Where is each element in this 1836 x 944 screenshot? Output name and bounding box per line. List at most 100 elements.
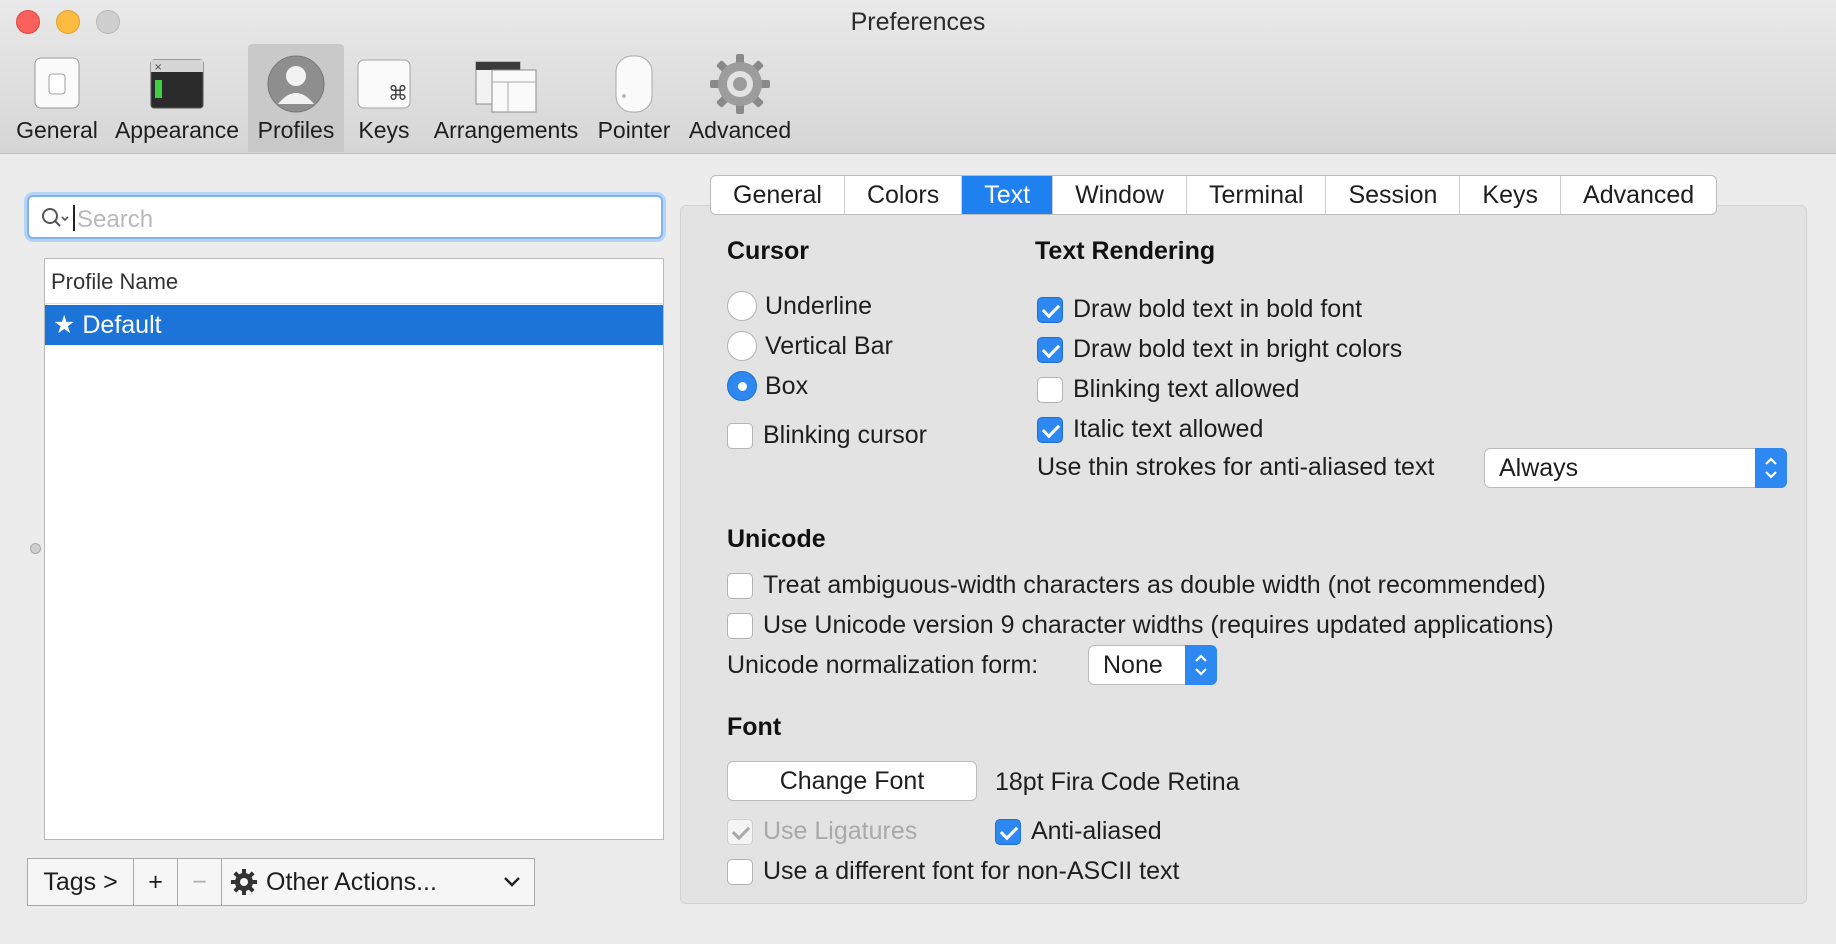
thin-strokes-popup[interactable]: Always <box>1484 448 1787 488</box>
toolbar-item-general[interactable]: General <box>6 44 108 152</box>
checkbox-label: Draw bold text in bold font <box>1073 295 1363 323</box>
radio-label: Box <box>765 371 809 400</box>
radio-indicator <box>727 291 757 321</box>
normalization-label: Unicode normalization form: <box>727 651 1039 679</box>
popup-arrows <box>1755 448 1787 488</box>
user-silhouette-icon <box>267 55 325 113</box>
use-ligatures-checkbox[interactable]: Use Ligatures <box>727 817 917 846</box>
other-actions-menu[interactable]: Other Actions... <box>222 859 534 905</box>
checkbox-indicator <box>727 612 753 639</box>
thin-strokes-label: Use thin strokes for anti-aliased text <box>1037 453 1435 481</box>
checkbox-label: Treat ambiguous-width characters as doub… <box>763 571 1546 599</box>
cursor-vertical-bar-radio[interactable]: Vertical Bar <box>727 331 893 361</box>
search-icon <box>42 208 69 227</box>
toolbar-item-pointer[interactable]: Pointer <box>594 44 674 152</box>
font-section-title: Font <box>727 713 782 741</box>
checkbox-label: Use a different font for non-ASCII text <box>763 857 1180 885</box>
checkbox-label: Blinking cursor <box>763 421 927 449</box>
svg-text:×: × <box>154 62 162 73</box>
toolbar-item-keys[interactable]: ⌘ Keys <box>350 44 418 152</box>
other-actions-label: Other Actions... <box>266 867 437 896</box>
normalization-popup[interactable]: None <box>1088 645 1217 685</box>
checkbox-indicator <box>727 818 753 845</box>
tab-colors[interactable]: Colors <box>845 176 963 214</box>
up-down-chevron-icon <box>1195 654 1207 676</box>
italic-text-checkbox[interactable]: Italic text allowed <box>1037 415 1263 444</box>
toolbar-item-profiles[interactable]: Profiles <box>248 44 344 152</box>
cursor-box-radio[interactable]: Box <box>727 371 808 401</box>
toolbar-label: Advanced <box>688 117 792 143</box>
up-down-chevron-icon <box>1765 457 1777 479</box>
checkbox-indicator <box>1037 296 1063 323</box>
terminal-window-icon: × <box>150 59 204 109</box>
checkbox-indicator <box>727 858 753 885</box>
checkbox-indicator <box>1037 336 1063 363</box>
radio-indicator <box>727 331 757 361</box>
radio-indicator <box>727 371 757 401</box>
anti-aliased-checkbox[interactable]: Anti-aliased <box>995 817 1162 846</box>
tab-session[interactable]: Session <box>1326 176 1461 214</box>
divider <box>45 303 663 304</box>
bold-bright-colors-checkbox[interactable]: Draw bold text in bright colors <box>1037 335 1402 364</box>
unicode-v9-checkbox[interactable]: Use Unicode version 9 character widths (… <box>727 611 1554 640</box>
toolbar-label: Arrangements <box>433 117 579 143</box>
checkbox-label: Anti-aliased <box>1031 817 1162 845</box>
toolbar-item-advanced[interactable]: Advanced <box>686 44 794 152</box>
profile-name-column-header[interactable]: Profile Name <box>51 269 178 295</box>
blinking-text-checkbox[interactable]: Blinking text allowed <box>1037 375 1300 404</box>
non-ascii-font-checkbox[interactable]: Use a different font for non-ASCII text <box>727 857 1179 886</box>
tab-window[interactable]: Window <box>1053 176 1187 214</box>
command-key-icon: ⌘ <box>357 59 411 109</box>
popup-arrows <box>1185 645 1217 685</box>
checkbox-label: Draw bold text in bright colors <box>1073 335 1403 363</box>
checkbox-label: Blinking text allowed <box>1073 375 1300 403</box>
checkbox-indicator <box>727 422 753 449</box>
tab-text[interactable]: Text <box>962 176 1054 214</box>
gear-icon <box>710 54 770 114</box>
ambiguous-width-checkbox[interactable]: Treat ambiguous-width characters as doub… <box>727 571 1546 600</box>
remove-profile-button[interactable]: − <box>178 859 222 905</box>
radio-label: Vertical Bar <box>765 331 893 360</box>
profile-actions-bar: Tags > + − Other Actions... <box>27 858 535 906</box>
checkbox-label: Use Ligatures <box>763 817 918 845</box>
title-bar: Preferences General × Appearance Profile… <box>0 0 1836 154</box>
toolbar-label: Keys <box>358 117 410 143</box>
tab-bar: General Colors Text Window Terminal Sess… <box>710 175 1718 215</box>
change-font-button[interactable]: Change Font <box>727 761 977 801</box>
add-profile-button[interactable]: + <box>134 859 178 905</box>
checkbox-label: Use Unicode version 9 character widths (… <box>763 611 1554 639</box>
toolbar-item-arrangements[interactable]: Arrangements <box>430 44 582 152</box>
checkbox-indicator <box>1037 376 1063 403</box>
checkbox-indicator <box>727 572 753 599</box>
tab-terminal[interactable]: Terminal <box>1187 176 1327 214</box>
profile-row-default[interactable]: ★ Default <box>45 305 663 345</box>
search-input[interactable]: Search <box>27 195 663 239</box>
cursor-underline-radio[interactable]: Underline <box>727 291 872 321</box>
chevron-down-icon <box>504 877 520 887</box>
popup-value: None <box>1103 651 1163 679</box>
switch-icon <box>34 57 80 109</box>
window-arrangement-icon <box>475 61 537 113</box>
current-font-label: 18pt Fira Code Retina <box>995 768 1240 796</box>
toolbar-label: Pointer <box>597 117 671 143</box>
toolbar-label: General <box>16 117 98 143</box>
toolbar-label: Profiles <box>257 117 335 143</box>
cursor-section-title: Cursor <box>727 237 809 265</box>
profile-list[interactable]: Profile Name ★ Default <box>44 258 664 840</box>
tab-advanced[interactable]: Advanced <box>1561 176 1716 214</box>
mouse-icon <box>615 55 653 113</box>
blinking-cursor-checkbox[interactable]: Blinking cursor <box>727 421 927 450</box>
toolbar-item-appearance[interactable]: × Appearance <box>112 44 242 152</box>
tab-keys[interactable]: Keys <box>1460 176 1562 214</box>
tags-button[interactable]: Tags > <box>28 859 134 905</box>
tab-general[interactable]: General <box>711 176 845 214</box>
text-rendering-section-title: Text Rendering <box>1035 237 1216 265</box>
checkbox-label: Italic text allowed <box>1073 415 1264 443</box>
window-title: Preferences <box>850 8 986 36</box>
split-view-handle[interactable] <box>30 543 41 554</box>
toolbar-label: Appearance <box>114 117 240 143</box>
bold-font-checkbox[interactable]: Draw bold text in bold font <box>1037 295 1362 324</box>
checkbox-indicator <box>1037 416 1063 443</box>
search-placeholder: Search <box>77 206 154 233</box>
gear-icon <box>231 869 257 895</box>
